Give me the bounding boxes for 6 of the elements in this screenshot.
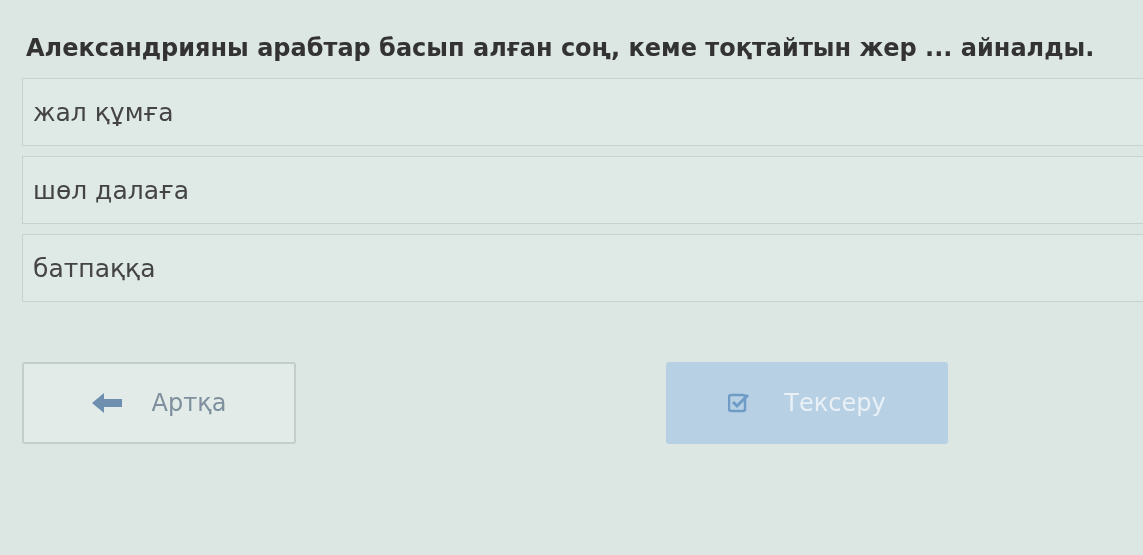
question-text: Александрияны арабтар басып алған соң, кеме тоқтайтын жер ... айналды.	[26, 34, 1096, 62]
answer-option[interactable]: жал құмға	[22, 78, 1143, 146]
arrow-left-icon	[91, 393, 122, 413]
answer-option[interactable]: батпаққа	[22, 234, 1143, 302]
answer-option[interactable]: шөл далаға	[22, 156, 1143, 224]
checkbox-icon	[728, 393, 751, 413]
